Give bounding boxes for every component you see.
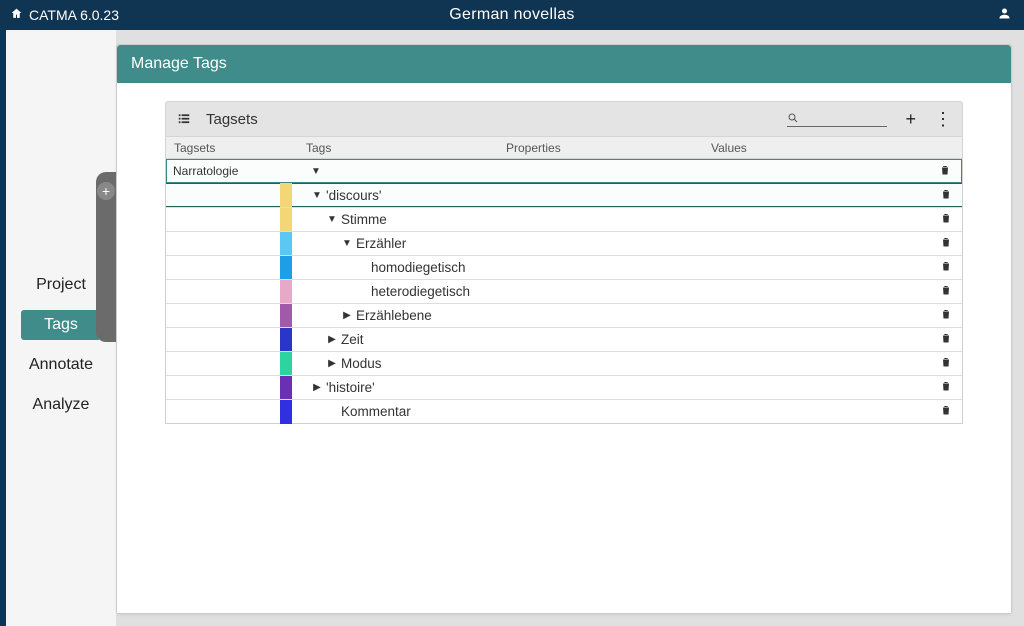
chevron-right-icon[interactable]: ▶ [342,310,352,321]
search-icon [787,112,799,124]
tag-row[interactable]: heterodiegetisch [166,279,962,303]
delete-tag-button[interactable] [940,235,952,252]
search-field[interactable] [787,111,887,127]
delete-tag-button[interactable] [940,307,952,324]
col-tags: Tags [306,141,506,155]
add-tagset-button[interactable]: + [905,109,916,130]
tag-label: heterodiegetisch [371,284,470,299]
color-swatch [280,208,292,232]
col-tagsets: Tagsets [166,141,306,155]
panel-title: Manage Tags [117,45,1011,83]
tag-row[interactable]: Kommentar [166,399,962,423]
list-icon [176,112,192,126]
tag-cell: homodiegetisch [292,260,466,275]
chevron-down-icon[interactable]: ▼ [342,238,352,249]
tag-row[interactable]: homodiegetisch [166,255,962,279]
delete-tag-button[interactable] [940,259,952,276]
col-properties: Properties [506,141,711,155]
delete-tagset-button[interactable] [939,163,951,180]
chevron-right-icon[interactable]: ▶ [327,358,337,369]
chevron-down-icon[interactable]: ▼ [327,214,337,225]
tag-row[interactable]: ▼ Erzähler [166,231,962,255]
tag-cell: ▶ Modus [292,356,382,371]
color-swatch [280,352,292,376]
chevron-right-icon[interactable]: ▶ [327,334,337,345]
tag-row[interactable]: ▶ Zeit [166,327,962,351]
tagset-name: Narratologie [173,164,238,178]
tag-row[interactable]: ▼ Stimme [166,207,962,231]
tag-row[interactable]: ▼ 'discours' [166,183,962,207]
tag-cell: ▶ 'histoire' [292,380,375,395]
chevron-down-icon[interactable]: ▼ [311,166,321,177]
tag-label: Erzähler [356,236,406,251]
tag-cell: ▶ Erzählebene [292,308,432,323]
sidebar-item-project[interactable]: Project [21,270,101,300]
tag-row[interactable]: ▶ Erzählebene [166,303,962,327]
color-swatch [280,376,292,400]
sidebar-item-annotate[interactable]: Annotate [21,350,101,380]
app-header: CATMA 6.0.23 German novellas [0,0,1024,30]
collapse-handle[interactable]: + [96,172,116,342]
tag-cell: ▶ Zeit [292,332,364,347]
delete-tag-button[interactable] [940,355,952,372]
tag-cell: ▼ Erzähler [292,236,406,251]
sidebar-item-analyze[interactable]: Analyze [21,390,101,420]
home-icon[interactable] [10,7,23,23]
column-headers: Tagsets Tags Properties Values [165,137,963,159]
tag-label: Zeit [341,332,364,347]
user-icon[interactable] [997,6,1012,24]
delete-tag-button[interactable] [940,211,952,228]
search-input[interactable] [799,111,879,125]
tag-cell: heterodiegetisch [292,284,470,299]
tag-label: homodiegetisch [371,260,466,275]
tagsets-toolbar: Tagsets + ⋮ [165,101,963,137]
chevron-right-icon[interactable]: ▶ [312,382,322,393]
tag-rows: Narratologie ▼ ▼ 'discours' ▼ Stimme ▼ Erzähl… [165,159,963,424]
sidebar-item-tags[interactable]: Tags [21,310,101,340]
delete-tag-button[interactable] [940,283,952,300]
color-swatch [280,183,292,207]
tagset-row[interactable]: Narratologie ▼ [166,159,962,183]
color-swatch [280,256,292,280]
color-swatch [280,400,292,424]
tag-cell: ▼ Stimme [292,212,387,227]
tag-row[interactable]: ▶ Modus [166,351,962,375]
delete-tag-button[interactable] [940,403,952,420]
col-values: Values [711,141,962,155]
color-swatch [280,328,292,352]
chevron-down-icon[interactable]: ▼ [312,190,322,201]
tag-label: 'histoire' [326,380,375,395]
delete-tag-button[interactable] [940,379,952,396]
delete-tag-button[interactable] [940,331,952,348]
color-swatch [280,280,292,304]
more-menu-button[interactable]: ⋮ [934,109,952,130]
tag-cell: ▼ 'discours' [292,188,381,203]
app-name: CATMA 6.0.23 [29,7,119,23]
tag-cell: Kommentar [292,404,411,419]
tag-label: Modus [341,356,382,371]
manage-tags-panel: Manage Tags Tagsets [116,44,1012,614]
tag-label: Stimme [341,212,387,227]
plus-circle-icon: + [97,182,115,200]
project-title: German novellas [0,6,1024,24]
color-swatch [280,232,292,256]
tag-label: 'discours' [326,188,381,203]
delete-tag-button[interactable] [940,187,952,204]
tag-label: Erzählebene [356,308,432,323]
tag-label: Kommentar [341,404,411,419]
color-swatch [280,304,292,328]
toolbar-section-label: Tagsets [206,111,258,128]
tag-row[interactable]: ▶ 'histoire' [166,375,962,399]
